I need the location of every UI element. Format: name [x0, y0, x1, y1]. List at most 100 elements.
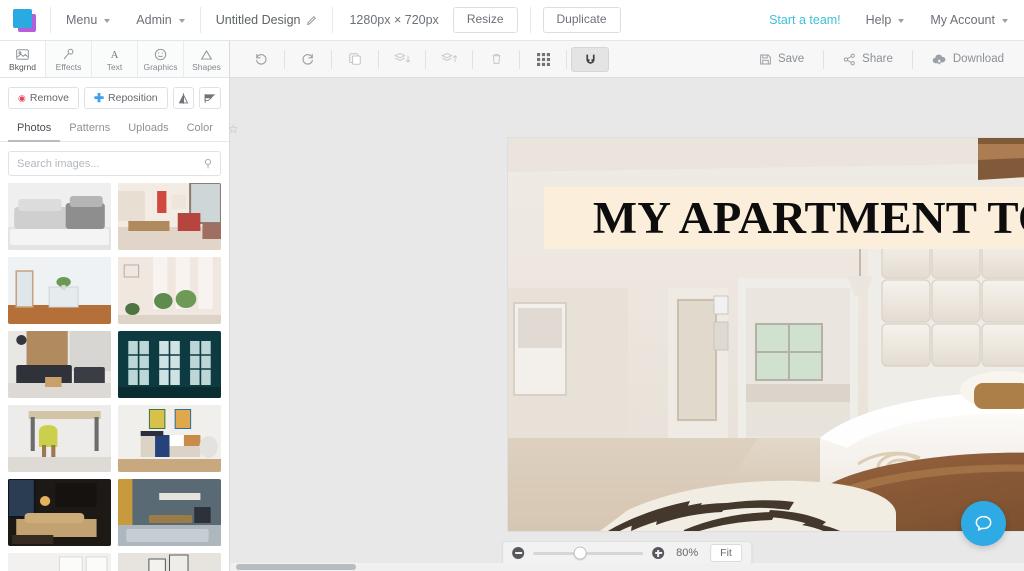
fit-button[interactable]: Fit	[710, 544, 742, 562]
magnet-icon[interactable]	[571, 46, 609, 72]
zoom-out-icon[interactable]	[512, 547, 525, 559]
zoom-slider-handle[interactable]	[573, 546, 587, 560]
list-item[interactable]	[8, 479, 111, 546]
divider	[284, 49, 285, 69]
media-subtabs: Photos Patterns Uploads Color ☆	[0, 113, 239, 142]
divider	[472, 49, 473, 69]
divider	[911, 49, 913, 69]
help-chat-button[interactable]	[961, 501, 1006, 546]
background-action-row: ◉ Remove ✚ Reposition	[0, 78, 229, 113]
panel-tab-bkgrnd[interactable]: Bkgrnd	[0, 41, 46, 77]
zoom-control-bar: 80% Fit	[502, 541, 752, 565]
zoom-in-icon[interactable]	[652, 547, 665, 559]
chevron-down-icon	[178, 19, 185, 23]
horizontal-scrollbar[interactable]	[230, 563, 1024, 571]
search-area: ⚲	[0, 142, 229, 183]
panel-tab-effects[interactable]: Effects	[46, 41, 92, 77]
share-label: Share	[862, 53, 893, 65]
list-item[interactable]	[8, 257, 111, 324]
chevron-down-icon	[1002, 19, 1008, 23]
resize-button[interactable]: Resize	[452, 7, 518, 33]
start-a-team-link[interactable]: Start a team!	[757, 13, 853, 27]
admin-dropdown[interactable]: Admin	[123, 0, 197, 41]
my-account-dropdown[interactable]: My Account	[917, 0, 1024, 41]
zoom-slider[interactable]	[533, 546, 644, 560]
duplicate-icon[interactable]	[336, 47, 374, 72]
panel-tab-graphics[interactable]: Graphics	[138, 41, 184, 77]
top-bar: Menu Admin Untitled Design 1280px × 720p…	[0, 0, 1024, 41]
remove-label: Remove	[29, 92, 69, 104]
menu-dropdown[interactable]: Menu	[53, 0, 123, 41]
star-icon[interactable]: ☆	[222, 118, 245, 140]
my-account-label: My Account	[930, 13, 995, 27]
reposition-label: Reposition	[108, 92, 158, 104]
bring-forward-icon[interactable]	[430, 47, 468, 72]
save-label: Save	[777, 53, 805, 65]
svg-text:A: A	[111, 50, 119, 61]
grid-icon[interactable]	[524, 47, 562, 72]
chevron-down-icon	[104, 19, 111, 23]
search-input[interactable]	[17, 157, 204, 170]
pencil-icon[interactable]	[306, 15, 317, 26]
flip-vertical-button[interactable]	[199, 87, 221, 109]
help-label: Help	[865, 13, 892, 27]
list-item[interactable]	[118, 257, 221, 324]
list-item[interactable]	[8, 183, 111, 250]
divider	[199, 7, 201, 33]
divider	[529, 7, 531, 33]
list-item[interactable]	[8, 553, 111, 571]
download-label: Download	[952, 53, 1004, 65]
search-box[interactable]: ⚲	[8, 151, 221, 176]
zoom-percent-label: 80%	[676, 547, 699, 559]
panel-tab-shapes[interactable]: Shapes	[184, 41, 229, 77]
panel-tab-text[interactable]: A Text	[92, 41, 138, 77]
download-button[interactable]: Download	[917, 47, 1012, 72]
divider	[566, 49, 567, 69]
chat-bubble-icon	[975, 515, 992, 531]
divider	[378, 49, 379, 69]
divider	[331, 49, 332, 69]
download-cloud-icon	[932, 54, 946, 65]
photo-thumbnail-grid	[0, 183, 229, 571]
design-title-text: MY APARTMENT TOUR	[592, 192, 1024, 243]
toolbar-right-actions: Save Share Download	[744, 47, 1012, 72]
subtab-photos[interactable]: Photos	[8, 117, 61, 142]
list-item[interactable]	[8, 405, 111, 472]
flip-horizontal-icon	[178, 92, 189, 104]
list-item[interactable]	[118, 479, 221, 546]
save-button[interactable]: Save	[744, 47, 819, 72]
list-item[interactable]	[118, 405, 221, 472]
remove-circle-icon: ◉	[18, 92, 26, 103]
list-item[interactable]	[118, 553, 221, 571]
send-backward-icon[interactable]	[383, 47, 421, 72]
scrollbar-thumb[interactable]	[236, 564, 356, 570]
reposition-button[interactable]: ✚ Reposition	[83, 87, 168, 109]
redo-icon[interactable]	[289, 47, 327, 72]
share-nodes-icon	[843, 53, 856, 65]
flip-vertical-icon	[204, 93, 216, 103]
divider	[519, 49, 520, 69]
move-plus-icon: ✚	[93, 91, 105, 105]
duplicate-button[interactable]: Duplicate	[542, 7, 621, 33]
undo-icon[interactable]	[242, 47, 280, 72]
document-title[interactable]: Untitled Design	[203, 0, 331, 41]
remove-background-button[interactable]: ◉ Remove	[8, 87, 79, 109]
list-item[interactable]	[118, 183, 221, 250]
list-item[interactable]	[8, 331, 111, 398]
triangle-icon	[200, 48, 213, 61]
canvas-stage[interactable]: MY APARTMENT TOUR	[230, 78, 1024, 563]
search-icon[interactable]: ⚲	[204, 157, 212, 170]
help-dropdown[interactable]: Help	[853, 0, 918, 41]
trash-icon[interactable]	[477, 47, 515, 72]
share-button[interactable]: Share	[828, 47, 908, 72]
list-item[interactable]	[118, 331, 221, 398]
subtab-color[interactable]: Color	[178, 117, 222, 142]
subtab-uploads[interactable]: Uploads	[119, 117, 177, 142]
text-a-icon: A	[108, 48, 121, 61]
flip-horizontal-button[interactable]	[172, 87, 195, 109]
panel-tab-label: Text	[106, 62, 123, 72]
design-canvas[interactable]: MY APARTMENT TOUR	[508, 138, 1024, 531]
design-title-banner[interactable]: MY APARTMENT TOUR	[544, 187, 1024, 249]
app-logo[interactable]	[0, 0, 48, 41]
subtab-patterns[interactable]: Patterns	[60, 117, 119, 142]
